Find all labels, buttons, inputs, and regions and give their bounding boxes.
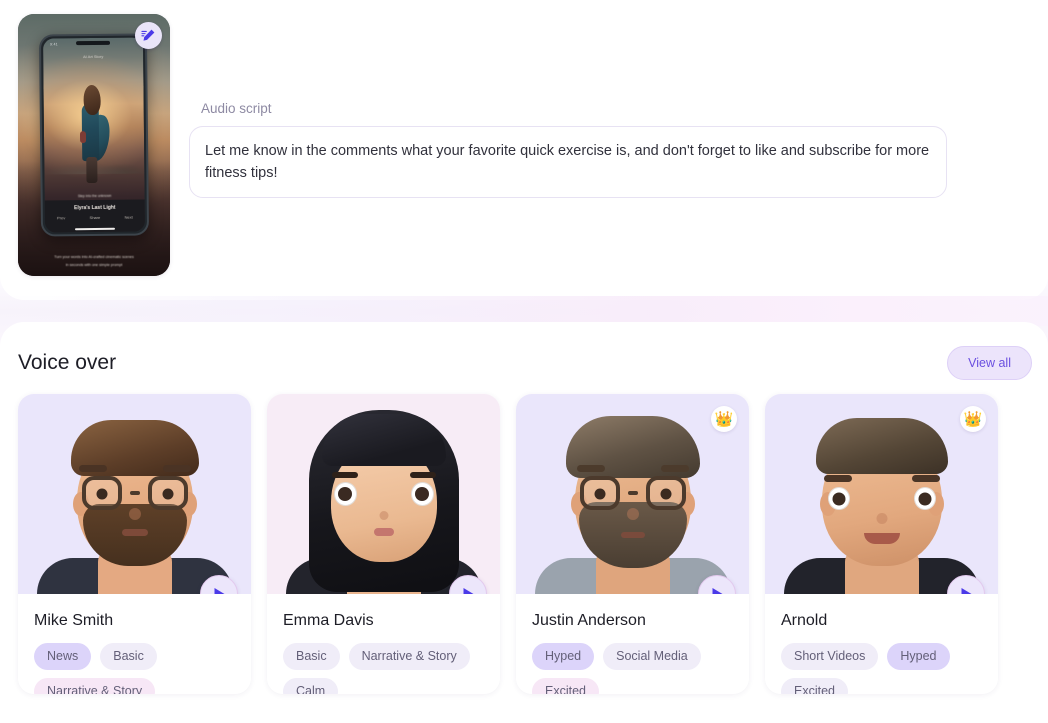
voice-card-body: Emma Davis Basic Narrative & Story Calm [267, 594, 500, 694]
voice-card[interactable]: Emma Davis Basic Narrative & Story Calm [267, 394, 500, 694]
phone-controls: Prev Share Next [45, 214, 145, 221]
voice-over-title: Voice over [18, 351, 117, 374]
phone-scene-caption: Step into the unknown [77, 193, 112, 199]
voice-tag-list: Short Videos Hyped Excited [781, 643, 982, 694]
voice-tag[interactable]: Excited [532, 678, 599, 694]
voice-tag[interactable]: Basic [283, 643, 340, 670]
phone-control-prev: Prev [56, 215, 66, 221]
phone-status-text: 9:41 [50, 42, 58, 47]
audio-script-label: Audio script [201, 101, 272, 116]
voice-card[interactable]: 👑 [765, 394, 998, 694]
phone-notch [76, 40, 111, 46]
voice-card-body: Arnold Short Videos Hyped Excited [765, 594, 998, 694]
preview-overlay-line-2: in seconds with one simple prompt [65, 263, 123, 268]
script-panel: 9:41 AI Art Story Step into the unknown … [0, 0, 1048, 300]
phone-control-next: Next [124, 214, 133, 220]
edit-pencil-icon [141, 29, 155, 41]
voice-avatar-art: 👑 [516, 394, 749, 594]
voice-over-panel: Voice over View all Mike Smith News Basi… [0, 322, 1048, 723]
voice-tag[interactable]: Basic [100, 643, 157, 670]
voice-avatar-art [267, 394, 500, 594]
voice-tag[interactable]: Hyped [532, 643, 595, 670]
voice-card-body: Justin Anderson Hyped Social Media Excit… [516, 594, 749, 694]
video-preview-thumbnail[interactable]: 9:41 AI Art Story Step into the unknown … [18, 14, 170, 276]
voice-tag[interactable]: Narrative & Story [348, 643, 470, 670]
avatar [782, 398, 982, 594]
voice-tag[interactable]: Narrative & Story [34, 678, 156, 694]
play-icon [712, 588, 722, 594]
voice-card[interactable]: Mike Smith News Basic Narrative & Story [18, 394, 251, 694]
voice-name: Justin Anderson [532, 612, 646, 629]
play-icon [214, 588, 224, 594]
voice-tag[interactable]: Short Videos [781, 643, 879, 670]
voice-tag-list: News Basic Narrative & Story [34, 643, 235, 694]
premium-crown-badge: 👑 [711, 406, 737, 432]
voice-name: Arnold [781, 612, 828, 629]
phone-footer-bar: Elyra's Last Light Prev Share Next [44, 199, 146, 233]
avatar [284, 398, 484, 594]
voice-card-body: Mike Smith News Basic Narrative & Story [18, 594, 251, 694]
edit-thumbnail-button[interactable] [135, 22, 162, 49]
preview-overlay-line-1: Turn your words into AI-crafted cinemati… [54, 254, 134, 259]
avatar [35, 398, 235, 594]
voice-tag[interactable]: Social Media [603, 643, 701, 670]
voice-tag[interactable]: Hyped [887, 643, 950, 670]
scene-figure [75, 84, 113, 183]
premium-crown-badge: 👑 [960, 406, 986, 432]
play-icon [961, 588, 971, 594]
app-root: 9:41 AI Art Story Step into the unknown … [0, 0, 1048, 723]
crown-icon: 👑 [714, 410, 734, 428]
phone-screen: 9:41 AI Art Story Step into the unknown … [42, 37, 146, 233]
crown-icon: 👑 [963, 410, 983, 428]
voice-tag[interactable]: News [34, 643, 92, 670]
voice-tag-list: Hyped Social Media Excited [532, 643, 733, 694]
voice-name: Mike Smith [34, 612, 114, 629]
voice-card-grid: Mike Smith News Basic Narrative & Story [18, 394, 1030, 694]
phone-footer-title: Elyra's Last Light [73, 204, 116, 212]
phone-top-title: AI Art Story [83, 53, 104, 60]
voice-avatar-art [18, 394, 251, 594]
audio-script-field[interactable]: Let me know in the comments what your fa… [189, 126, 947, 198]
voice-over-header: Voice over View all [18, 344, 1032, 382]
voice-avatar-art: 👑 [765, 394, 998, 594]
phone-control-share: Share [89, 214, 101, 221]
preview-overlay-text: Turn your words into AI-crafted cinemati… [24, 255, 164, 269]
play-icon [463, 588, 473, 594]
avatar [533, 398, 733, 594]
voice-tag[interactable]: Excited [781, 678, 848, 694]
phone-mockup: 9:41 AI Art Story Step into the unknown … [38, 33, 150, 237]
phone-home-indicator [74, 227, 115, 230]
audio-script-text: Let me know in the comments what your fa… [205, 143, 930, 182]
voice-tag-list: Basic Narrative & Story Calm [283, 643, 484, 694]
voice-name: Emma Davis [283, 612, 374, 629]
voice-card[interactable]: 👑 [516, 394, 749, 694]
voice-tag[interactable]: Calm [283, 678, 339, 694]
view-all-button[interactable]: View all [947, 346, 1032, 380]
